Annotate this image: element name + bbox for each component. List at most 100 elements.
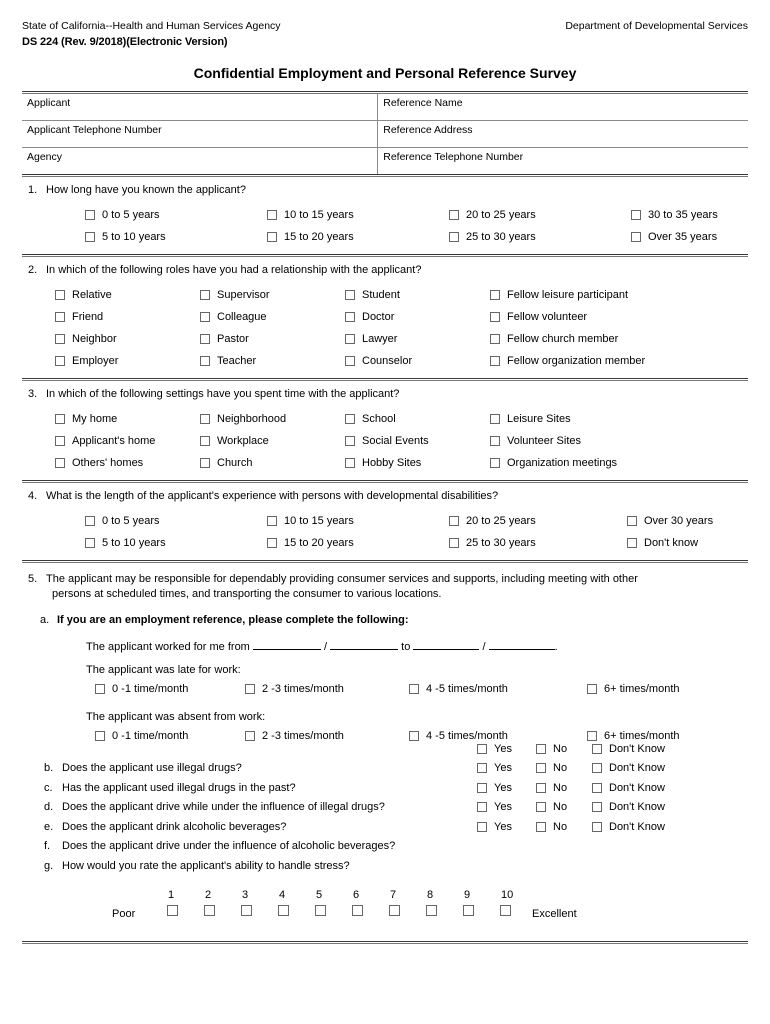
q4-option-3[interactable]: Over 30 years: [627, 510, 748, 532]
q2-option-10[interactable]: Lawyer: [345, 328, 490, 350]
q5c-dontknow[interactable]: Don't Know: [592, 759, 665, 779]
q3-option-9[interactable]: Church: [200, 452, 345, 474]
checkbox-icon[interactable]: [449, 537, 459, 548]
reference-telephone-field-label[interactable]: Reference Telephone Number: [378, 147, 748, 174]
q5d-dontknow[interactable]: Don't Know: [592, 778, 665, 798]
q5d-yes[interactable]: Yes: [477, 778, 536, 798]
checkbox-icon[interactable]: [95, 730, 105, 741]
checkbox-icon[interactable]: [85, 515, 95, 526]
q3-option-10[interactable]: Hobby Sites: [345, 452, 490, 474]
checkbox-icon[interactable]: [449, 515, 459, 526]
q5d-no[interactable]: No: [536, 778, 592, 798]
checkbox-icon[interactable]: [55, 289, 65, 300]
q5c-no[interactable]: No: [536, 759, 592, 779]
q1-option-5[interactable]: 15 to 20 years: [267, 226, 449, 248]
q4-option-1[interactable]: 10 to 15 years: [267, 510, 449, 532]
checkbox-icon[interactable]: [592, 802, 602, 813]
applicant-telephone-field-label[interactable]: Applicant Telephone Number: [22, 120, 379, 148]
q5f-no[interactable]: No: [536, 817, 592, 837]
q3-option-4[interactable]: Applicant's home: [55, 430, 200, 452]
q4-option-5[interactable]: 15 to 20 years: [267, 532, 449, 554]
checkbox-icon[interactable]: [55, 457, 65, 468]
checkbox-icon[interactable]: [85, 231, 95, 242]
checkbox-icon[interactable]: [490, 333, 500, 344]
checkbox-icon[interactable]: [55, 311, 65, 322]
q3-option-3[interactable]: Leisure Sites: [490, 408, 748, 430]
reference-address-field-label[interactable]: Reference Address: [377, 120, 748, 148]
checkbox-icon[interactable]: [200, 355, 210, 366]
rating-checkbox-1[interactable]: [167, 904, 178, 916]
q3-option-5[interactable]: Workplace: [200, 430, 345, 452]
q5b-dontknow[interactable]: Don't Know: [592, 739, 665, 759]
checkbox-icon[interactable]: [477, 821, 487, 832]
q3-option-7[interactable]: Volunteer Sites: [490, 430, 748, 452]
q5b-no[interactable]: No: [536, 739, 592, 759]
rating-checkbox-2[interactable]: [204, 904, 215, 916]
checkbox-icon[interactable]: [200, 435, 210, 446]
absent-option-1[interactable]: 2 -3 times/month: [245, 725, 409, 747]
checkbox-icon[interactable]: [345, 457, 355, 468]
q1-option-4[interactable]: 5 to 10 years: [85, 226, 267, 248]
checkbox-icon[interactable]: [592, 743, 602, 754]
checkbox-icon[interactable]: [345, 413, 355, 424]
q1-option-7[interactable]: Over 35 years: [631, 226, 748, 248]
q2-option-8[interactable]: Neighbor: [55, 328, 200, 350]
agency-field-label[interactable]: Agency: [22, 147, 379, 174]
checkbox-icon[interactable]: [490, 311, 500, 322]
late-option-3[interactable]: 6+ times/month: [587, 678, 748, 700]
q2-option-3[interactable]: Fellow leisure participant: [490, 284, 748, 306]
q2-option-15[interactable]: Fellow organization member: [490, 350, 748, 372]
checkbox-icon[interactable]: [95, 683, 105, 694]
q3-option-8[interactable]: Others' homes: [55, 452, 200, 474]
rating-checkbox-3[interactable]: [241, 904, 252, 916]
q2-option-9[interactable]: Pastor: [200, 328, 345, 350]
checkbox-icon[interactable]: [345, 355, 355, 366]
q3-option-11[interactable]: Organization meetings: [490, 452, 748, 474]
checkbox-icon[interactable]: [345, 333, 355, 344]
checkbox-icon[interactable]: [490, 435, 500, 446]
q2-option-1[interactable]: Supervisor: [200, 284, 345, 306]
checkbox-icon[interactable]: [536, 743, 546, 754]
q2-option-11[interactable]: Fellow church member: [490, 328, 748, 350]
checkbox-icon[interactable]: [85, 537, 95, 548]
q3-option-1[interactable]: Neighborhood: [200, 408, 345, 430]
checkbox-icon[interactable]: [477, 802, 487, 813]
checkbox-icon[interactable]: [536, 802, 546, 813]
late-option-2[interactable]: 4 -5 times/month: [409, 678, 587, 700]
checkbox-icon[interactable]: [200, 457, 210, 468]
checkbox-icon[interactable]: [55, 413, 65, 424]
checkbox-icon[interactable]: [536, 782, 546, 793]
checkbox-icon[interactable]: [85, 209, 95, 220]
worked-to-month-input[interactable]: [413, 639, 480, 650]
checkbox-icon[interactable]: [631, 209, 641, 220]
checkbox-icon[interactable]: [55, 333, 65, 344]
q2-option-6[interactable]: Doctor: [345, 306, 490, 328]
checkbox-icon[interactable]: [409, 730, 419, 741]
checkbox-icon[interactable]: [345, 289, 355, 300]
checkbox-icon[interactable]: [592, 782, 602, 793]
checkbox-icon[interactable]: [55, 435, 65, 446]
checkbox-icon[interactable]: [409, 683, 419, 694]
worked-from-month-input[interactable]: [252, 639, 321, 650]
rating-checkbox-7[interactable]: [389, 904, 400, 916]
checkbox-icon[interactable]: [345, 311, 355, 322]
q5c-yes[interactable]: Yes: [477, 759, 536, 779]
checkbox-icon[interactable]: [245, 730, 255, 741]
checkbox-icon[interactable]: [477, 743, 487, 754]
q2-option-14[interactable]: Counselor: [345, 350, 490, 372]
checkbox-icon[interactable]: [267, 515, 277, 526]
q5e-no[interactable]: No: [536, 798, 592, 818]
applicant-field-label[interactable]: Applicant: [22, 94, 379, 121]
q1-option-1[interactable]: 10 to 15 years: [267, 204, 449, 226]
checkbox-icon[interactable]: [592, 821, 602, 832]
q4-option-0[interactable]: 0 to 5 years: [85, 510, 267, 532]
checkbox-icon[interactable]: [490, 289, 500, 300]
q3-option-2[interactable]: School: [345, 408, 490, 430]
q5e-yes[interactable]: Yes: [477, 798, 536, 818]
rating-checkbox-6[interactable]: [352, 904, 363, 916]
checkbox-icon[interactable]: [200, 413, 210, 424]
rating-checkbox-4[interactable]: [278, 904, 289, 916]
checkbox-icon[interactable]: [200, 333, 210, 344]
rating-checkbox-10[interactable]: [500, 904, 511, 916]
checkbox-icon[interactable]: [245, 683, 255, 694]
